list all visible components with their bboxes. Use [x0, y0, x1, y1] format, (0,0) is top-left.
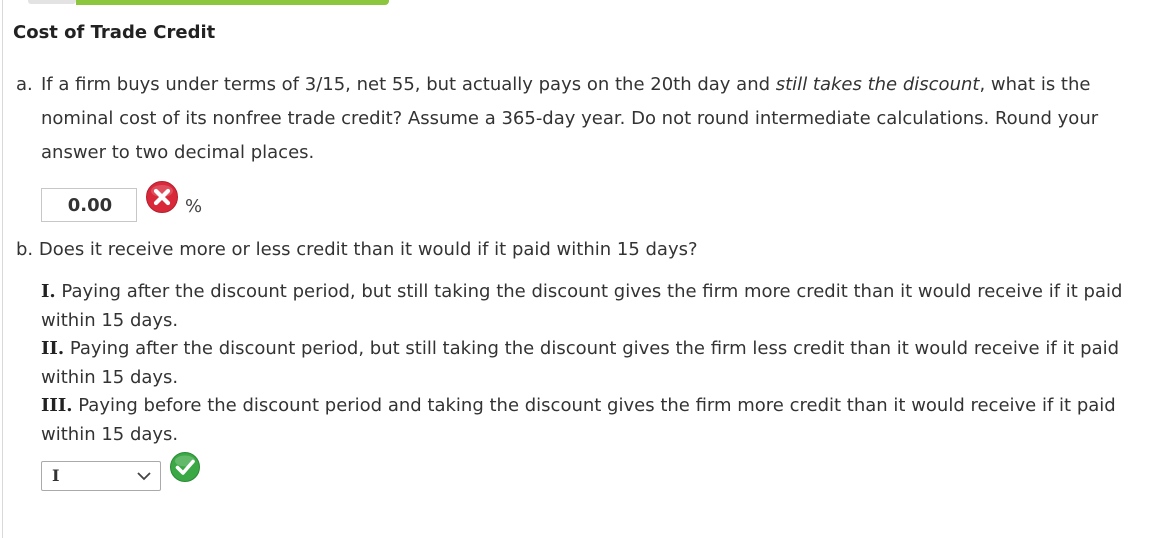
- option-ii: II. Paying after the discount period, bu…: [41, 335, 1159, 392]
- answer-a-input[interactable]: [41, 188, 137, 222]
- option-iii-text: Paying before the discount period and ta…: [41, 395, 1116, 445]
- option-i-numeral: I.: [41, 281, 56, 302]
- option-ii-text: Paying after the discount period, but st…: [41, 338, 1120, 388]
- incorrect-x-icon: [146, 181, 178, 213]
- chevron-down-icon: [137, 472, 151, 481]
- left-divider: [2, 0, 3, 538]
- question-a-prefix: a.: [16, 74, 33, 95]
- option-iii: III. Paying before the discount period a…: [41, 392, 1159, 449]
- question-a: a. If a firm buys under terms of 3/15, n…: [16, 68, 1156, 170]
- question-b: b. Does it receive more or less credit t…: [16, 239, 698, 260]
- option-iii-numeral: III.: [41, 395, 73, 416]
- correct-check-icon: [170, 452, 200, 482]
- answer-b-select-wrap: I: [41, 461, 161, 491]
- option-i: I. Paying after the discount period, but…: [41, 278, 1159, 335]
- answer-b-selected-value: I: [52, 466, 60, 485]
- tab-active[interactable]: [76, 0, 389, 5]
- question-b-options: I. Paying after the discount period, but…: [41, 278, 1159, 449]
- question-a-text-1: If a firm buys under terms of 3/15, net …: [41, 74, 776, 95]
- top-tab-strip: [0, 0, 400, 6]
- answer-b-select[interactable]: I: [41, 461, 161, 491]
- option-i-text: Paying after the discount period, but st…: [41, 281, 1123, 331]
- option-ii-numeral: II.: [41, 338, 65, 359]
- page-title: Cost of Trade Credit: [13, 22, 216, 43]
- tab-inactive[interactable]: [28, 0, 76, 4]
- question-a-italic: still takes the discount: [775, 74, 980, 95]
- percent-unit: %: [185, 196, 203, 217]
- question-a-text: If a firm buys under terms of 3/15, net …: [41, 68, 1156, 170]
